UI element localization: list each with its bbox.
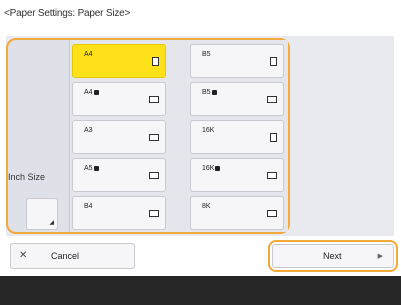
- paper-size-button[interactable]: B5: [190, 82, 284, 116]
- rotated-badge-icon: [93, 89, 99, 95]
- landscape-page-icon: [149, 210, 159, 217]
- cancel-label: Cancel: [51, 251, 80, 261]
- rotated-badge-icon: [211, 89, 217, 95]
- paper-size-label: 8K: [202, 203, 211, 210]
- cancel-button[interactable]: ✕ Cancel: [10, 243, 135, 269]
- landscape-page-icon: [267, 172, 277, 179]
- portrait-page-icon: [270, 57, 277, 66]
- landscape-page-icon: [149, 134, 159, 141]
- paper-size-button[interactable]: A3: [72, 120, 166, 154]
- paper-size-button[interactable]: A4: [72, 82, 166, 116]
- paper-size-button[interactable]: B4: [72, 196, 166, 230]
- page-title: <Paper Settings: Paper Size>: [4, 8, 131, 19]
- paper-size-label: A4: [84, 89, 99, 96]
- rotated-badge-icon: [215, 165, 221, 171]
- landscape-page-icon: [149, 96, 159, 103]
- corner-arrow-icon: ◢: [49, 220, 54, 226]
- next-button[interactable]: Next ▶: [272, 244, 394, 268]
- paper-size-button[interactable]: A4: [72, 44, 166, 78]
- next-label: Next: [323, 251, 342, 261]
- paper-size-label: 16K: [202, 165, 221, 172]
- divider: [69, 40, 70, 232]
- inch-size-label: Inch Size: [8, 172, 46, 182]
- paper-size-label: B5: [202, 89, 217, 96]
- paper-size-button[interactable]: B5: [190, 44, 284, 78]
- paper-size-label: B4: [84, 203, 93, 210]
- paper-size-label: 16K: [202, 127, 215, 134]
- paper-size-label: A5: [84, 165, 99, 172]
- landscape-page-icon: [267, 96, 277, 103]
- paper-size-label: B5: [202, 51, 211, 58]
- close-icon: ✕: [19, 250, 28, 261]
- rotated-badge-icon: [93, 165, 99, 171]
- paper-size-label: A3: [84, 127, 93, 134]
- inch-size-button[interactable]: ◢: [26, 198, 58, 230]
- portrait-page-icon: [270, 133, 277, 142]
- landscape-page-icon: [149, 172, 159, 179]
- portrait-page-icon: [152, 57, 159, 66]
- paper-size-label: A4: [84, 51, 93, 58]
- landscape-page-icon: [267, 210, 277, 217]
- paper-size-button[interactable]: 16K: [190, 120, 284, 154]
- footer-bar: [0, 276, 401, 305]
- paper-size-button[interactable]: 8K: [190, 196, 284, 230]
- paper-size-button[interactable]: A5: [72, 158, 166, 192]
- paper-size-button[interactable]: 16K: [190, 158, 284, 192]
- play-arrow-icon: ▶: [377, 253, 383, 260]
